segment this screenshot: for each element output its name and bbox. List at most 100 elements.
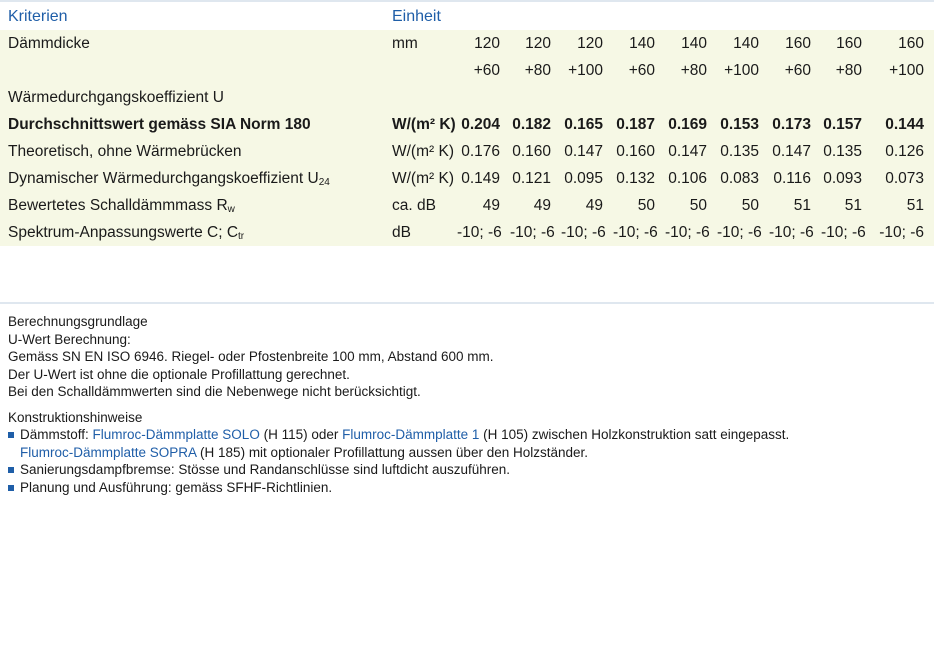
table-row: Spektrum-Anpassungswerte C; Ctr dB -10; … (0, 219, 934, 246)
table-cell: 160 (872, 30, 934, 57)
calc-line: Gemäss SN EN ISO 6946. Riegel- oder Pfos… (8, 349, 494, 364)
table-cell: 49 (510, 192, 561, 219)
table-cell: 51 (821, 192, 872, 219)
row-label: Dynamischer Wärmedurchgangskoeffizient U… (0, 165, 392, 192)
table-row: Bewertetes Schalldämmmass Rw ca. dB 49 49… (0, 192, 934, 219)
table-cell: 0.182 (510, 111, 561, 138)
unit-header: Einheit (392, 3, 457, 30)
bullet-icon (8, 467, 14, 473)
table-cell: -10; -6 (457, 219, 510, 246)
table-cell: 0.083 (717, 165, 769, 192)
calc-line: Der U-Wert ist ohne die optionale Profil… (8, 366, 350, 382)
table-cell: -10; -6 (665, 219, 717, 246)
table-cell: -10; -6 (717, 219, 769, 246)
table-cell: -10; -6 (561, 219, 613, 246)
product-link-solo[interactable]: Flumroc-Dämmplatte SOLO (93, 427, 260, 442)
table-cell: 120 (561, 30, 613, 57)
table-cell: +60 (769, 57, 821, 84)
bullet-icon (8, 484, 14, 491)
table-cell: 0.160 (510, 138, 561, 165)
table-row: +60 +80 +100 +60 +80 +100 +60 +80 +100 (0, 57, 934, 84)
list-item: Planung und Ausführung: gemäss SFHF-Rich… (8, 479, 928, 497)
table-cell: -10; -6 (872, 219, 934, 246)
table-cell: 0.169 (665, 111, 717, 138)
section-divider (0, 302, 934, 304)
table-cell: 0.173 (769, 111, 821, 138)
table-cell: 120 (457, 30, 510, 57)
table-cell: -10; -6 (613, 219, 665, 246)
table-cell: 0.135 (821, 138, 872, 165)
table-cell: -10; -6 (510, 219, 561, 246)
table-cell: 0.147 (561, 138, 613, 165)
calc-title: Berechnungsgrundlage (8, 314, 148, 329)
table-cell: +80 (821, 57, 872, 84)
table-cell: +100 (561, 57, 613, 84)
table-cell: 0.157 (821, 111, 872, 138)
table-cell: -10; -6 (769, 219, 821, 246)
row-label: Theoretisch, ohne Wärmebrücken (0, 138, 392, 165)
calc-line: Bei den Schalldämmwerten sind die Nebenw… (8, 384, 421, 399)
table-cell: 0.187 (613, 111, 665, 138)
table-cell: 50 (665, 192, 717, 219)
table-cell: 160 (769, 30, 821, 57)
table-cell: 0.132 (613, 165, 665, 192)
table-cell: 140 (665, 30, 717, 57)
row-unit: dB (392, 219, 457, 246)
table-cell: 140 (613, 30, 665, 57)
table-cell: 0.149 (457, 165, 510, 192)
row-label: Spektrum-Anpassungswerte C; Ctr (0, 219, 392, 246)
row-label: Dämmdicke (0, 30, 392, 57)
table-cell: 0.176 (457, 138, 510, 165)
table-cell: 0.121 (510, 165, 561, 192)
table-cell: 0.073 (872, 165, 934, 192)
criteria-header: Kriterien (0, 3, 392, 30)
table-cell: 0.204 (457, 111, 510, 138)
table-row: Dämmdicke mm 120 120 120 140 140 140 160 160 160 (0, 30, 934, 57)
hints-list: Dämmstoff: Flumroc-Dämmplatte SOLO (H 11… (8, 426, 928, 496)
bullet-icon (8, 432, 14, 438)
table-cell: 140 (717, 30, 769, 57)
list-item: Dämmstoff: Flumroc-Dämmplatte SOLO (H 11… (8, 426, 928, 461)
table-cell: 0.147 (665, 138, 717, 165)
product-link-daemmplatte-1[interactable]: Flumroc-Dämmplatte 1 (342, 427, 479, 442)
calc-line: U-Wert Berechnung: (8, 331, 131, 347)
table-header: Kriterien Einheit (0, 3, 934, 30)
list-item: Sanierungsdampfbremse: Stösse und Randan… (8, 461, 928, 479)
row-label: Bewertetes Schalldämmmass Rw (0, 192, 392, 219)
row-unit: W/(m² K) (392, 138, 457, 165)
row-unit: mm (392, 30, 457, 57)
table-row: Durchschnittswert gemäss SIA Norm 180 W/… (0, 111, 934, 138)
table-cell: +60 (457, 57, 510, 84)
table-cell: +100 (717, 57, 769, 84)
table-cell: 0.153 (717, 111, 769, 138)
top-rule (0, 0, 934, 2)
row-unit: W/(m² K) (392, 111, 457, 138)
table-cell: +100 (872, 57, 934, 84)
table-cell: 120 (510, 30, 561, 57)
u-heading: Wärmedurchgangskoeffizient U (0, 84, 934, 111)
table-cell: 0.160 (613, 138, 665, 165)
table-cell: 0.126 (872, 138, 934, 165)
hints-title: Konstruktionshinweise (8, 409, 143, 425)
table-cell: 0.147 (769, 138, 821, 165)
product-link-sopra[interactable]: Flumroc-Dämmplatte SOPRA (20, 445, 196, 460)
table-cell: 50 (613, 192, 665, 219)
table-cell: 51 (769, 192, 821, 219)
table-cell: 49 (561, 192, 613, 219)
table-cell: +80 (510, 57, 561, 84)
table-cell: 51 (872, 192, 934, 219)
table-cell: 160 (821, 30, 872, 57)
table-cell: 50 (717, 192, 769, 219)
table-row: Wärmedurchgangskoeffizient U (0, 84, 934, 111)
row-unit: ca. dB (392, 192, 457, 219)
table-cell: +60 (613, 57, 665, 84)
table-cell: 0.106 (665, 165, 717, 192)
table-cell: 0.144 (872, 111, 934, 138)
table-row: Theoretisch, ohne Wärmebrücken W/(m² K) … (0, 138, 934, 165)
table-cell: 0.135 (717, 138, 769, 165)
row-label: Durchschnittswert gemäss SIA Norm 180 (0, 111, 392, 138)
spec-table: Kriterien Einheit Dämmdicke mm 120 120 120… (0, 3, 934, 246)
table-cell: 0.165 (561, 111, 613, 138)
table-cell: 0.116 (769, 165, 821, 192)
notes-section: Berechnungsgrundlage U-Wert Berechnung: … (8, 313, 928, 496)
